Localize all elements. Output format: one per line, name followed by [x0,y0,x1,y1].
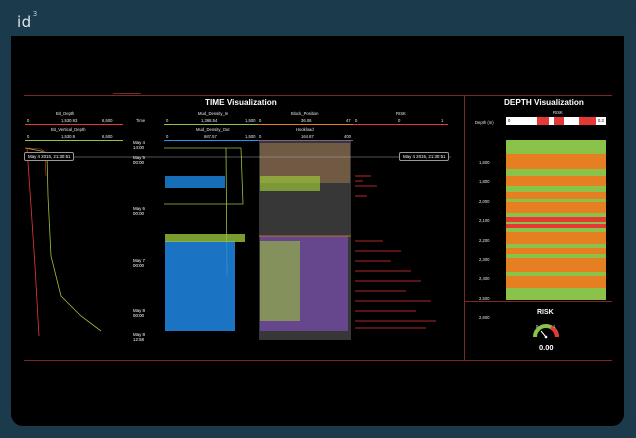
bit-depth-curve [24,147,102,337]
risk-gauge [533,324,559,339]
depth-risk-min: 0 [508,118,511,123]
gauge-min: 0 [536,324,539,329]
depth-risk-max: 0.3 [598,118,604,123]
depth-risk-bar [506,117,606,125]
cursor-tooltip-left: May 4 2015, 21:30:51 [24,152,75,161]
risk-widget-title: RISK [537,309,554,316]
gauge-max: 1 [553,324,556,329]
mud-density-lines [164,147,245,331]
app-logo: id3 [17,10,38,31]
depth-panel-title: DEPTH Visualization [504,98,584,107]
depth-axis-label: Depth (m) [475,120,494,125]
cursor-tooltip-right: May 4 2015, 21:30:51 [399,152,450,161]
depth-heatmap [506,140,606,300]
dashboard-screen: TIME Visualization Bit_Depth 0 1,530.93 … [11,36,624,426]
depth-risk-label: RISK [553,110,563,115]
risk-value: 0.00 [539,343,554,352]
block-hookload-lines [259,143,351,331]
risk-bars [355,175,436,329]
depth-ticks: 1,600 1,800 2,000 2,100 2,200 2,300 2,40… [479,160,490,321]
